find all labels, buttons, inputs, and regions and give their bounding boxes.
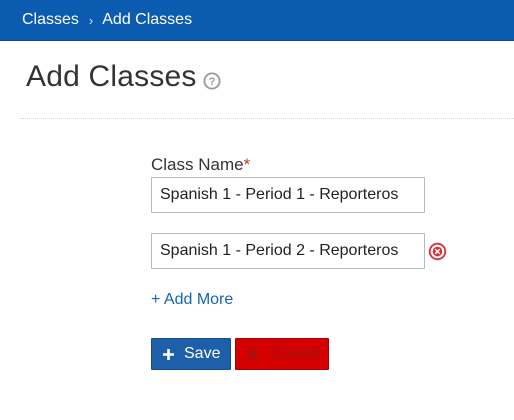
page-title: Add Classes bbox=[26, 60, 197, 93]
class-name-input-1[interactable] bbox=[151, 177, 425, 213]
class-name-label-text: Class Name bbox=[151, 155, 244, 174]
save-button[interactable]: Save bbox=[151, 338, 231, 370]
x-icon bbox=[247, 348, 258, 360]
save-button-label: Save bbox=[184, 345, 221, 362]
required-asterisk: * bbox=[243, 155, 251, 174]
add-more-link[interactable]: + Add More bbox=[151, 291, 233, 309]
class-name-input-2[interactable] bbox=[151, 233, 425, 269]
header-divider bbox=[20, 118, 514, 119]
cancel-button-label: Cancel bbox=[270, 345, 320, 362]
breadcrumb-bar: Classes › Add Classes bbox=[0, 0, 514, 41]
breadcrumb-link-classes[interactable]: Classes bbox=[22, 11, 79, 29]
breadcrumb-current: Add Classes bbox=[102, 11, 193, 28]
class-name-label: Class Name* bbox=[151, 155, 250, 175]
svg-text:?: ? bbox=[209, 76, 216, 88]
remove-circle-icon[interactable] bbox=[428, 242, 447, 261]
cancel-button[interactable]: Cancel bbox=[235, 338, 329, 370]
question-circle-icon[interactable]: ? bbox=[203, 72, 221, 90]
plus-icon bbox=[163, 348, 174, 360]
breadcrumb-separator: › bbox=[88, 12, 94, 28]
